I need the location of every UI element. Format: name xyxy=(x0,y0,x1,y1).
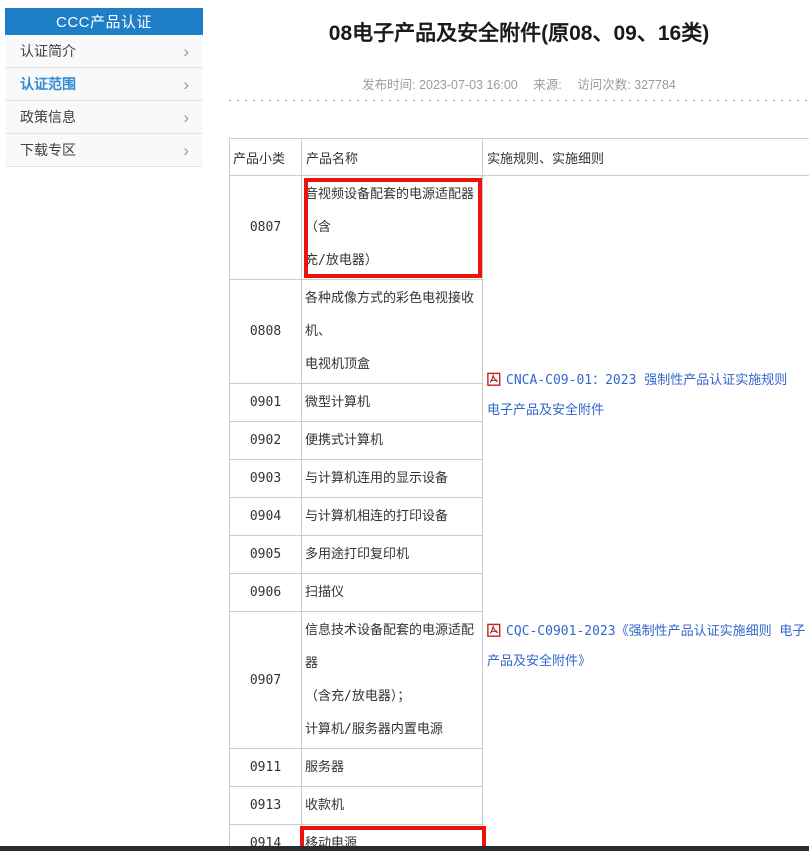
header-product-subclass: 产品小类 xyxy=(229,138,302,176)
rules-cell: CNCA-C09-01：2023 强制性产品认证实施规则 电子产品及安全附件 C… xyxy=(482,175,809,851)
chevron-right-icon: › xyxy=(183,107,189,127)
product-name-cell: 信息技术设备配套的电源适配器 （含充/放电器）； 计算机/服务器内置电源 xyxy=(301,611,483,749)
page: CCC产品认证 认证简介 › 认证范围 › 政策信息 › 下载专区 › 08电子… xyxy=(0,0,809,851)
header-product-name: 产品名称 xyxy=(301,138,483,176)
product-name-cell: 音视频设备配套的电源适配器（含 充/放电器） xyxy=(301,175,483,280)
pdf-icon[interactable] xyxy=(487,372,501,387)
sidebar-item-label: 下载专区 xyxy=(20,142,76,158)
sidebar-item-2[interactable]: 政策信息 › xyxy=(5,101,203,134)
publish-time: 发布时间: 2023-07-03 16:00 xyxy=(362,78,518,92)
product-name-cell: 与计算机连用的显示设备 xyxy=(301,459,483,498)
pdf-icon[interactable] xyxy=(487,623,501,638)
sidebar-item-label: 认证范围 xyxy=(20,76,76,92)
sidebar-item-label: 政策信息 xyxy=(20,109,76,125)
product-code-cell: 0808 xyxy=(229,279,302,384)
chevron-right-icon: › xyxy=(183,41,189,61)
product-code-cell: 0906 xyxy=(229,573,302,612)
dotted-separator xyxy=(229,100,809,102)
product-name-text: 微型计算机 xyxy=(305,395,371,410)
product-code-cell: 0902 xyxy=(229,421,302,460)
product-name-cell: 便携式计算机 xyxy=(301,421,483,460)
page-title: 08电子产品及安全附件(原08、09、16类) xyxy=(328,22,710,45)
product-name-text: 扫描仪 xyxy=(305,585,345,600)
product-code-cell: 0904 xyxy=(229,497,302,536)
product-code-cell: 0903 xyxy=(229,459,302,498)
table-header-row: 产品小类 产品名称 实施规则、实施细则 xyxy=(229,138,809,176)
product-name-text: 多用途打印复印机 xyxy=(305,547,410,562)
sidebar-item-0[interactable]: 认证简介 › xyxy=(5,35,203,68)
source: 来源: xyxy=(533,78,562,92)
product-name-text: 各种成像方式的彩色电视接收机、 电视机顶盒 xyxy=(305,291,475,372)
visit-count: 访问次数: 327784 xyxy=(577,78,676,92)
sidebar-title: CCC产品认证 xyxy=(5,8,203,35)
product-code-cell: 0901 xyxy=(229,383,302,422)
detail-pdf-link[interactable]: CQC-C0901-2023《强制性产品认证实施细则 电子产品及安全附件》 xyxy=(487,617,806,677)
product-name-text: 收款机 xyxy=(305,798,345,813)
product-name-cell: 扫描仪 xyxy=(301,573,483,612)
product-table: 产品小类 产品名称 实施规则、实施细则 0807 音视频设备配套的电源适配器（含… xyxy=(229,138,809,851)
product-name-text: 服务器 xyxy=(305,760,345,775)
table-row: 0807 音视频设备配套的电源适配器（含 充/放电器） CNCA-C09-01：… xyxy=(229,175,809,851)
product-name-cell: 多用途打印复印机 xyxy=(301,535,483,574)
product-code-cell: 0907 xyxy=(229,611,302,749)
sidebar-item-label: 认证简介 xyxy=(20,43,76,59)
product-name-text: 与计算机相连的打印设备 xyxy=(305,509,449,524)
chevron-right-icon: › xyxy=(183,74,189,94)
footer-bar xyxy=(0,846,809,851)
article-meta: 发布时间: 2023-07-03 16:00 来源: 访问次数: 327784 xyxy=(229,74,809,93)
product-code-cell: 0913 xyxy=(229,786,302,825)
product-code-cell: 0911 xyxy=(229,748,302,787)
chevron-right-icon: › xyxy=(183,140,189,160)
main-content: 08电子产品及安全附件(原08、09、16类) 发布时间: 2023-07-03… xyxy=(229,0,809,851)
product-name-text: 音视频设备配套的电源适配器（含 充/放电器） xyxy=(305,187,475,268)
product-name-cell: 微型计算机 xyxy=(301,383,483,422)
sidebar: CCC产品认证 认证简介 › 认证范围 › 政策信息 › 下载专区 › xyxy=(5,8,203,167)
product-name-cell: 收款机 xyxy=(301,786,483,825)
product-name-text: 便携式计算机 xyxy=(305,433,384,448)
product-name-cell: 各种成像方式的彩色电视接收机、 电视机顶盒 xyxy=(301,279,483,384)
rule-pdf-link[interactable]: CNCA-C09-01：2023 强制性产品认证实施规则 电子产品及安全附件 xyxy=(487,366,806,426)
header-rules: 实施规则、实施细则 xyxy=(482,138,809,176)
product-name-text: 信息技术设备配套的电源适配器 （含充/放电器）； 计算机/服务器内置电源 xyxy=(305,623,475,737)
sidebar-nav: 认证简介 › 认证范围 › 政策信息 › 下载专区 › xyxy=(5,35,203,167)
sidebar-item-3[interactable]: 下载专区 › xyxy=(5,134,203,167)
product-code-cell: 0905 xyxy=(229,535,302,574)
product-code-cell: 0807 xyxy=(229,175,302,280)
product-name-text: 与计算机连用的显示设备 xyxy=(305,471,449,486)
sidebar-item-1[interactable]: 认证范围 › xyxy=(5,68,203,101)
product-name-cell: 服务器 xyxy=(301,748,483,787)
product-name-cell: 与计算机相连的打印设备 xyxy=(301,497,483,536)
